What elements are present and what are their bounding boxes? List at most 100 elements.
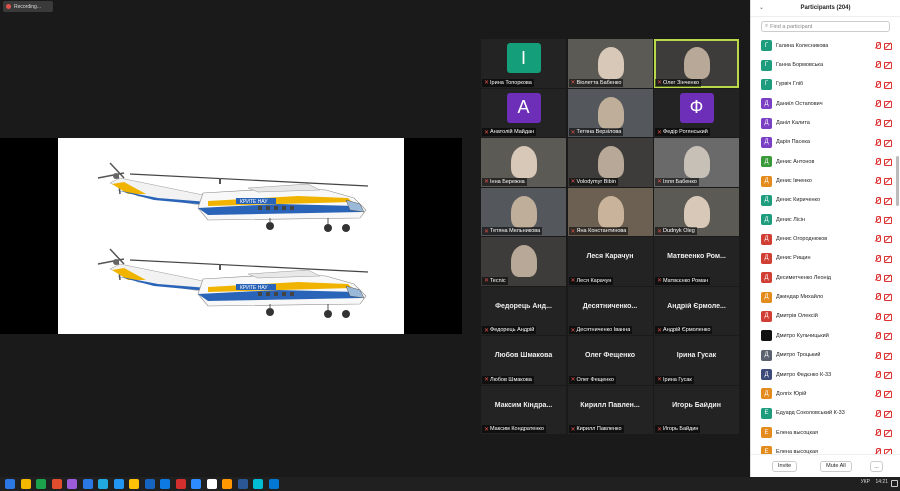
shared-screen[interactable]: КРИТЕ НАУ: [0, 138, 462, 334]
mic-muted-icon: ✕: [657, 377, 663, 383]
participant-row[interactable]: Д Денис Рищин: [751, 249, 895, 268]
windows-start-icon[interactable]: [5, 479, 15, 489]
participant-row[interactable]: Дмитро Кульчицький: [751, 326, 895, 345]
tile-display-name: Матвеенко Ром...: [667, 253, 726, 260]
taskbar-app-icon[interactable]: [113, 479, 124, 489]
video-tile[interactable]: І ✕ Ірина Топоркова: [481, 39, 566, 88]
video-tile[interactable]: Федорець Анд... ✕ Федорець Андрій: [481, 286, 566, 335]
mic-muted-icon: ✕: [570, 278, 576, 284]
video-tile[interactable]: Ф ✕ Федір Рогянський: [654, 88, 739, 137]
video-tile[interactable]: Ірина Гусак ✕ Ірина Гусак: [654, 336, 739, 385]
taskbar-app-icon[interactable]: [175, 479, 186, 489]
participant-row[interactable]: Д Дарія Пасека: [751, 133, 895, 152]
participant-row[interactable]: Д Десиметченко Леонід: [751, 268, 895, 287]
participant-row[interactable]: Д Денис Кириченко: [751, 191, 895, 210]
video-tile[interactable]: ✕ Ілля Бабенко: [654, 138, 739, 187]
participant-row[interactable]: Д Долгіх Юрій: [751, 384, 895, 403]
participant-row[interactable]: Д Дмитрів Олексій: [751, 307, 895, 326]
participant-name: Долгіх Юрій: [776, 390, 807, 397]
chevron-down-icon[interactable]: ⌄: [759, 4, 764, 11]
participant-row[interactable]: Д Денис Івченко: [751, 171, 895, 190]
invite-button[interactable]: Invite: [772, 460, 798, 472]
taskbar-app-icon[interactable]: [268, 479, 279, 489]
taskbar-app-icon[interactable]: [191, 479, 201, 489]
participant-name: Дмитрів Олексій: [776, 313, 818, 320]
video-tile[interactable]: ✕ Тетяна Мельникова: [481, 187, 566, 236]
participant-name: Даниїл Остапович: [776, 100, 823, 107]
video-tile[interactable]: А ✕ Анатолій Майдан: [481, 88, 566, 137]
participant-video-feed: [511, 195, 537, 228]
tile-name-label: ✕ Ірина Топоркова: [482, 78, 534, 87]
video-tile[interactable]: Андрій Єрмоле... ✕ Андрій Єрмоленко: [654, 286, 739, 335]
video-tile[interactable]: Максим Кіндра... ✕ Максим Кондратенко: [481, 385, 566, 434]
clock[interactable]: 14:21: [875, 479, 888, 485]
video-tile[interactable]: ✕ Dudnyk Oleg: [654, 187, 739, 236]
taskbar-app-icon[interactable]: [67, 479, 77, 489]
video-tile[interactable]: ✕ Яна Константинова: [567, 187, 653, 236]
video-tile[interactable]: Олег Фещенко ✕ Олег Фещенко: [567, 336, 653, 385]
participant-search-input[interactable]: ⌕ Find a participant: [761, 21, 890, 32]
participant-video-feed: [597, 146, 624, 178]
taskbar-app-icon[interactable]: [36, 479, 46, 489]
taskbar-app-icon[interactable]: [222, 479, 232, 489]
mute-all-button[interactable]: Mute All: [820, 460, 852, 472]
tile-name-label: ✕ Анатолій Майдан: [482, 128, 537, 136]
participant-row[interactable]: Г Ганна Бормовська: [751, 55, 895, 74]
video-tile[interactable]: Кирилл Павлен... ✕ Кирилл Павленко: [567, 385, 653, 434]
video-tile[interactable]: ✕ Віолетта Бабенко: [567, 39, 653, 88]
video-off-icon: [884, 81, 892, 89]
video-tile[interactable]: ✕ Тетяна Верзілова: [567, 88, 653, 137]
participant-row[interactable]: Д Денис Огороднюков: [751, 229, 895, 248]
video-tile[interactable]: ✕ Олег Зінченко: [654, 39, 739, 88]
video-tile[interactable]: Любов Шмакова ✕ Любов Шмакова: [481, 336, 566, 385]
language-indicator[interactable]: УКР: [861, 479, 870, 485]
video-tile[interactable]: Десятниченко... ✕ Десятниченко Іванна: [567, 286, 653, 335]
zoom-meeting-window: Recording... КРИТЕ НАУ І ✕ Ірина Топорко…: [0, 0, 900, 491]
video-tile[interactable]: ✕ Інна Бережна: [481, 138, 566, 187]
participant-list-scrollbar[interactable]: [896, 36, 899, 454]
tile-name-text: Кирилл Павленко: [576, 426, 622, 432]
participant-row[interactable]: Д Джиндар Михайло: [751, 287, 895, 306]
participant-avatar: Д: [761, 252, 772, 264]
participant-row[interactable]: Е Елена высоцкая: [751, 442, 895, 454]
scrollbar-thumb[interactable]: [896, 156, 899, 206]
tile-display-name: Олег Фещенко: [584, 352, 636, 359]
taskbar-app-icon[interactable]: [129, 479, 139, 489]
video-tile[interactable]: ✕ Volodymyr Bibin: [567, 138, 653, 187]
more-options-button[interactable]: ...: [870, 461, 883, 472]
video-tile[interactable]: ✕ Tecnic: [481, 237, 566, 286]
participant-row[interactable]: Д Денис Антонов: [751, 152, 895, 171]
notification-icon[interactable]: [891, 480, 898, 487]
participant-name: Десиметченко Леонід: [776, 274, 831, 281]
participant-row[interactable]: Д Даніл Калита: [751, 113, 895, 132]
participant-row[interactable]: Г Гурвіч Гліб: [751, 75, 895, 94]
video-tile[interactable]: Леся Карачун ✕ Леся Карачун: [567, 237, 653, 286]
mic-muted-icon: ✕: [570, 80, 576, 86]
participant-video-feed: [597, 47, 624, 79]
mic-muted-icon: ✕: [570, 426, 576, 433]
video-tile[interactable]: Матвеенко Ром... ✕ Матвєєнко Роман: [654, 237, 739, 286]
taskbar-app-icon[interactable]: [237, 479, 248, 489]
participant-row[interactable]: Д Дмитро Троцький: [751, 346, 895, 365]
taskbar-app-icon[interactable]: [98, 479, 108, 489]
participant-row[interactable]: Е Едуард Соколовський К-33: [751, 404, 895, 423]
video-tile[interactable]: Игорь Байдин ✕ Игорь Байдин: [654, 385, 739, 434]
taskbar-app-icon[interactable]: [253, 479, 263, 489]
recording-indicator[interactable]: Recording...: [3, 1, 53, 12]
taskbar-app-icon[interactable]: [160, 479, 170, 489]
participant-row[interactable]: Е Елена высоцкая: [751, 423, 895, 442]
participant-row[interactable]: Д Денис Лісін: [751, 210, 895, 229]
participant-name: Едуард Соколовський К-33: [776, 410, 845, 417]
participant-status-icons: [874, 80, 892, 89]
taskbar-app-icon[interactable]: [82, 479, 93, 489]
taskbar-app-icon[interactable]: [206, 479, 217, 489]
participant-row[interactable]: Д Дмитро Федєнко К-33: [751, 365, 895, 384]
video-off-icon: [884, 119, 892, 128]
taskbar-app-icon[interactable]: [51, 479, 62, 489]
participant-row[interactable]: Д Даниїл Остапович: [751, 94, 895, 113]
search-icon[interactable]: [20, 479, 31, 489]
tile-name-label: ✕ Матвєєнко Роман: [655, 276, 711, 285]
taskbar-app-icon[interactable]: [144, 479, 155, 489]
participant-avatar: Д: [761, 194, 772, 206]
participant-row[interactable]: Г Галина Колесникова: [751, 36, 895, 55]
